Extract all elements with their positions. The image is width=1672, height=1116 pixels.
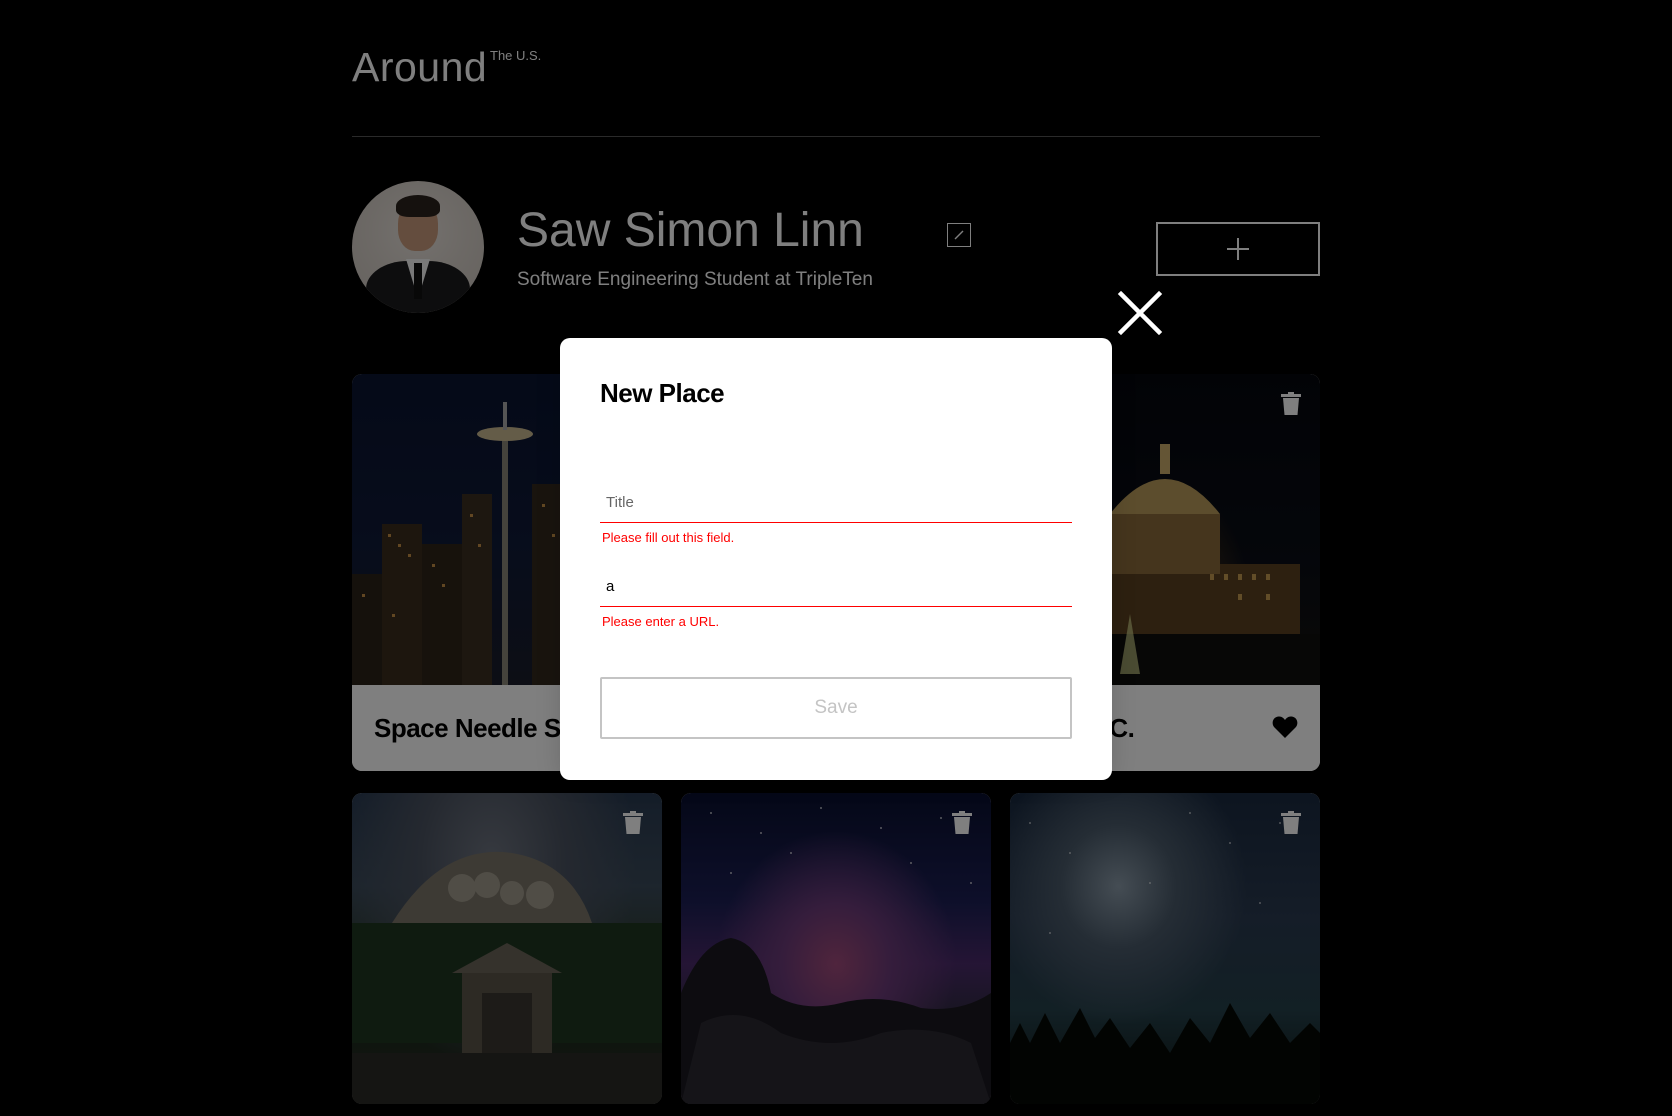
title-field: Please fill out this field. bbox=[600, 483, 1072, 545]
close-modal-button[interactable] bbox=[1115, 288, 1165, 338]
url-error: Please enter a URL. bbox=[602, 614, 720, 629]
page: Around The U.S. Saw Simon Linn Software … bbox=[0, 0, 1672, 1116]
save-button[interactable]: Save bbox=[600, 677, 1072, 739]
title-input[interactable] bbox=[600, 483, 1072, 523]
image-url-input[interactable] bbox=[600, 567, 1072, 607]
url-field: Please enter a URL. bbox=[600, 567, 1072, 629]
modal-title: New Place bbox=[600, 378, 725, 408]
new-place-modal: New Place Please fill out this field. Pl… bbox=[560, 338, 1112, 780]
close-icon bbox=[1117, 290, 1163, 336]
title-error: Please fill out this field. bbox=[602, 530, 735, 545]
